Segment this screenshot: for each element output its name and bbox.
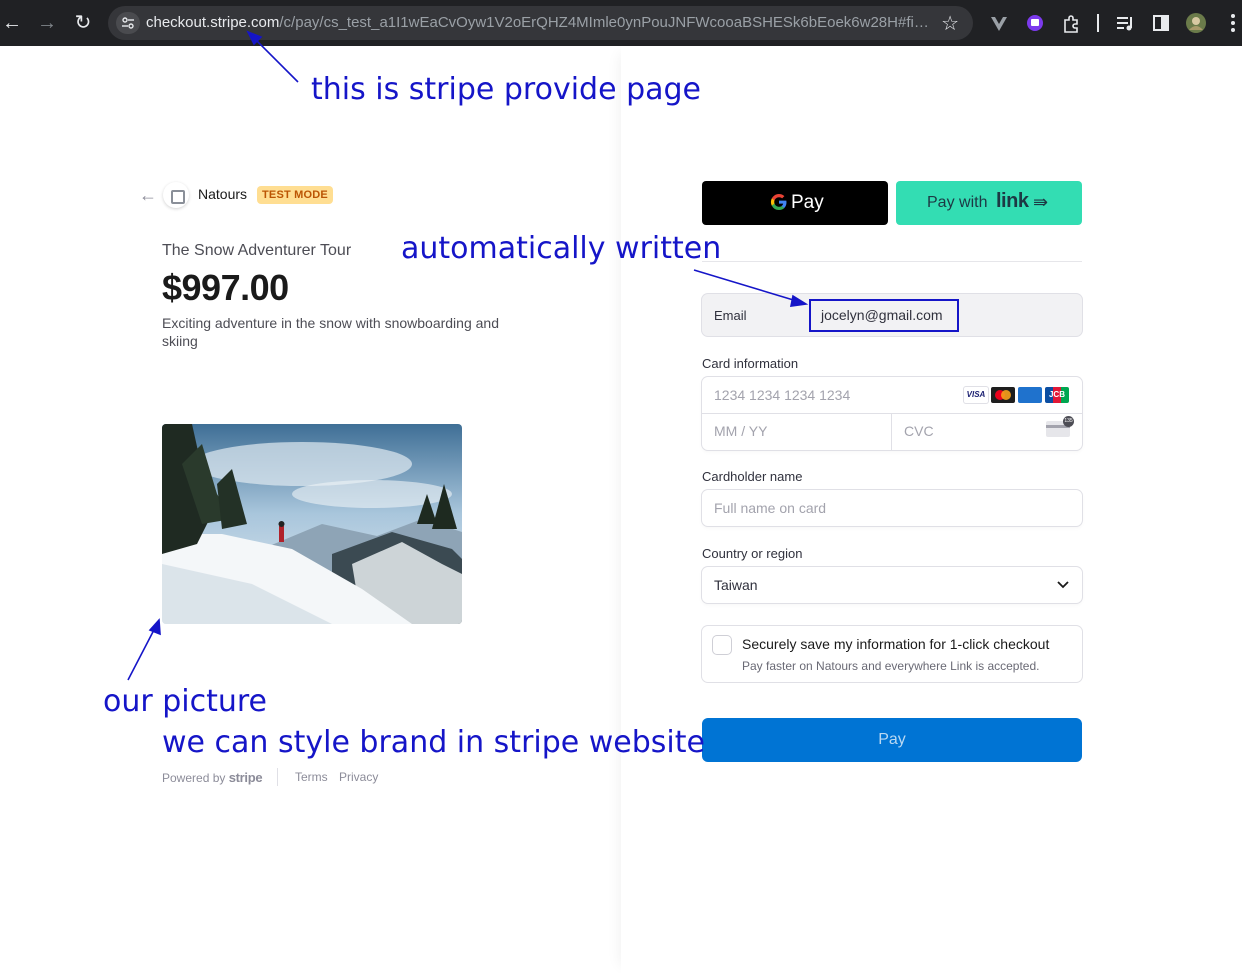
- cvc-card-icon: [1046, 416, 1074, 437]
- card-row-divider: [702, 413, 1082, 414]
- back-icon[interactable]: ←: [0, 11, 24, 35]
- media-control-icon[interactable]: [1114, 12, 1136, 34]
- link-button-prefix: Pay with: [927, 194, 988, 211]
- card-information-label: Card information: [702, 356, 799, 371]
- pay-with-link-button[interactable]: Pay with link ⇛: [896, 181, 1082, 225]
- merchant-logo: [163, 182, 189, 208]
- url-host: checkout.stripe.com: [146, 14, 280, 31]
- vue-devtools-icon[interactable]: [988, 12, 1010, 34]
- test-mode-badge: TEST MODE: [257, 186, 333, 204]
- toolbar-separator: [1097, 14, 1099, 32]
- annotation-stripe-page: this is stripe provide page: [311, 72, 701, 107]
- google-pay-label: Pay: [791, 192, 824, 213]
- back-arrow-icon[interactable]: ←: [139, 185, 157, 206]
- wallet-divider: [702, 261, 1082, 262]
- privacy-link[interactable]: Privacy: [339, 770, 378, 784]
- annotation-auto-written: automatically written: [401, 231, 722, 266]
- annotation-our-picture: our picture: [103, 684, 268, 719]
- forward-icon[interactable]: →: [35, 11, 59, 35]
- profile-avatar-icon[interactable]: [1185, 12, 1207, 34]
- terms-link[interactable]: Terms: [295, 770, 328, 784]
- cardholder-name-placeholder: Full name on card: [714, 500, 827, 516]
- link-arrow-icon: ⇛: [1033, 192, 1049, 212]
- jcb-icon: JCB: [1045, 387, 1069, 403]
- powered-by-stripe[interactable]: Powered by stripe: [162, 770, 263, 785]
- url-text[interactable]: checkout.stripe.com/c/pay/cs_test_a1I1wE…: [146, 14, 936, 31]
- side-panel-icon[interactable]: [1150, 12, 1172, 34]
- email-value[interactable]: jocelyn@gmail.com: [821, 307, 943, 323]
- email-field[interactable]: Email jocelyn@gmail.com: [702, 294, 1082, 336]
- address-bar[interactable]: checkout.stripe.com/c/pay/cs_test_a1I1wE…: [108, 6, 973, 40]
- mastercard-icon: [991, 387, 1015, 403]
- footer-divider: [277, 768, 278, 786]
- chevron-down-icon: [1057, 581, 1069, 589]
- save-info-checkbox[interactable]: [713, 636, 731, 654]
- expiry-input[interactable]: MM / YY: [714, 423, 767, 439]
- pay-button[interactable]: Pay: [702, 718, 1082, 762]
- extensions-puzzle-icon[interactable]: [1060, 12, 1082, 34]
- card-col-divider: [891, 413, 892, 450]
- product-description: Exciting adventure in the snow with snow…: [162, 315, 499, 349]
- bookmark-star-icon[interactable]: ☆: [941, 11, 959, 36]
- link-wordmark: link: [996, 190, 1029, 212]
- menu-dots-icon[interactable]: [1222, 12, 1242, 34]
- card-number-input[interactable]: 1234 1234 1234 1234: [714, 387, 850, 403]
- country-label: Country or region: [702, 546, 803, 561]
- extension-purple-icon[interactable]: [1024, 12, 1046, 34]
- stripe-wordmark: stripe: [228, 770, 263, 785]
- merchant-name[interactable]: Natours: [198, 186, 247, 202]
- google-pay-button[interactable]: Pay: [702, 181, 888, 225]
- cardholder-name-label: Cardholder name: [702, 469, 803, 484]
- link-save-info-box: Securely save my information for 1-click…: [702, 626, 1082, 682]
- cardholder-name-field[interactable]: Full name on card: [702, 490, 1082, 526]
- country-select[interactable]: Taiwan: [702, 567, 1082, 603]
- url-path: /c/pay/cs_test_a1I1wEaCvOyw1V2oErQHZ4MIm…: [279, 14, 936, 31]
- save-info-title[interactable]: Securely save my information for 1-click…: [742, 636, 1049, 652]
- email-label: Email: [714, 308, 747, 323]
- card-information-group: 1234 1234 1234 1234 VISA JCB MM / YY CVC: [702, 377, 1082, 450]
- product-price: $997.00: [162, 267, 289, 308]
- amex-icon: [1018, 387, 1042, 403]
- powered-by-text: Powered by: [162, 771, 226, 785]
- browser-toolbar: ← → ↻ checkout.stripe.com/c/pay/cs_test_…: [0, 0, 1242, 46]
- card-brand-logos: VISA JCB: [961, 387, 1069, 403]
- reload-icon[interactable]: ↻: [71, 11, 95, 35]
- product-name: The Snow Adventurer Tour: [162, 242, 352, 259]
- site-info-icon[interactable]: [116, 12, 140, 34]
- cvc-input[interactable]: CVC: [904, 423, 934, 439]
- country-value: Taiwan: [714, 577, 758, 593]
- save-info-subtitle: Pay faster on Natours and everywhere Lin…: [742, 659, 1040, 673]
- google-g-icon: [770, 193, 787, 211]
- product-image: [162, 424, 462, 624]
- visa-icon: VISA: [964, 387, 988, 403]
- annotation-style-brand: we can style brand in stripe website: [162, 725, 705, 760]
